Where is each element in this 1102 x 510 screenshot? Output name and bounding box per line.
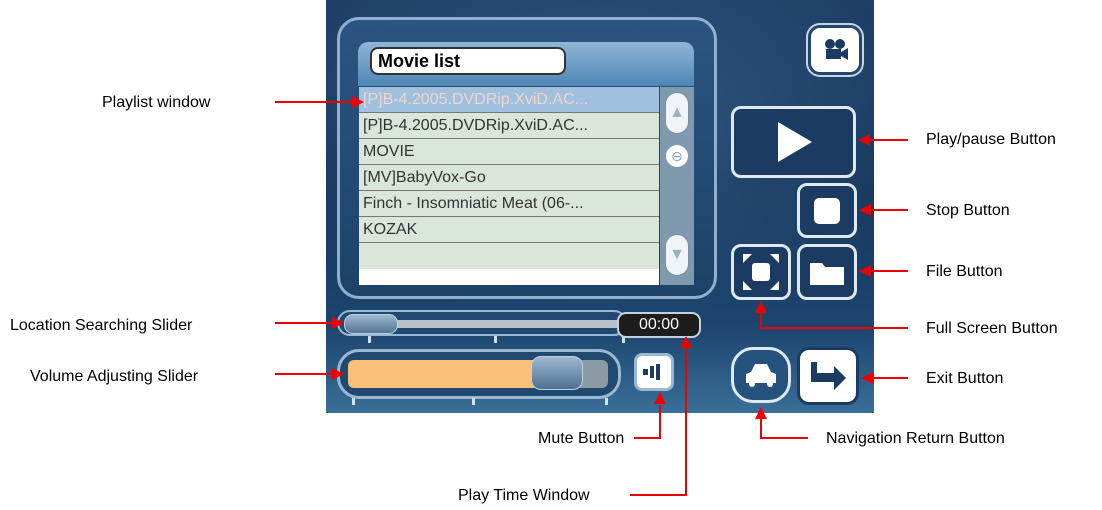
volume-slider-knob[interactable] — [531, 356, 583, 390]
tick-mark — [368, 336, 371, 343]
playlist-item[interactable] — [359, 243, 659, 269]
label-stop-button: Stop Button — [926, 202, 1010, 219]
scroll-down-button[interactable]: ▼ — [665, 234, 689, 276]
playlist-item[interactable]: Finch - Insomniatic Meat (06-... — [359, 191, 659, 217]
playlist-title: Movie list — [370, 47, 566, 75]
playlist-item[interactable]: [P]B-4.2005.DVDRip.XviD.AC... — [359, 113, 659, 139]
label-exit-button: Exit Button — [926, 370, 1004, 387]
file-button[interactable] — [797, 244, 857, 300]
playlist-item[interactable]: [MV]BabyVox-Go — [359, 165, 659, 191]
playlist-item[interactable]: [P]B-4.2005.DVDRip.XviD.AC... — [359, 87, 659, 113]
playlist-item[interactable]: MOVIE — [359, 139, 659, 165]
triangle-down-icon: ▼ — [669, 246, 685, 263]
scroll-thumb[interactable]: ⊖ — [666, 145, 688, 167]
volume-level-fill — [348, 360, 551, 388]
tick-mark — [472, 398, 475, 405]
scroll-up-button[interactable]: ▲ — [665, 92, 689, 134]
label-file-button: File Button — [926, 263, 1003, 280]
label-play-time-window: Play Time Window — [458, 487, 590, 504]
mute-button[interactable] — [634, 353, 674, 391]
video-camera-icon — [825, 39, 848, 60]
stop-button[interactable] — [797, 183, 857, 238]
folder-icon — [810, 263, 844, 285]
tick-mark — [352, 398, 355, 405]
exit-arrow-icon — [811, 362, 846, 390]
playlist-window[interactable]: [P]B-4.2005.DVDRip.XviD.AC... [P]B-4.200… — [359, 87, 659, 285]
label-volume-slider: Volume Adjusting Slider — [30, 368, 199, 385]
play-icon — [777, 122, 812, 162]
playlist-item[interactable]: KOZAK — [359, 217, 659, 243]
exit-button[interactable] — [797, 347, 859, 405]
label-location-slider: Location Searching Slider — [10, 317, 193, 334]
label-play-pause-button: Play/pause Button — [926, 131, 1056, 148]
label-full-screen-button: Full Screen Button — [926, 320, 1058, 337]
play-time-window: 00:00 — [617, 312, 701, 338]
play-pause-button[interactable] — [731, 106, 856, 178]
fullscreen-icon — [743, 254, 779, 290]
label-navigation-return-button: Navigation Return Button — [826, 430, 1005, 447]
car-icon — [746, 364, 776, 387]
navigation-return-button[interactable] — [731, 347, 791, 403]
speaker-icon — [643, 364, 660, 380]
label-playlist-window: Playlist window — [102, 94, 211, 111]
label-mute-button: Mute Button — [538, 430, 625, 447]
tick-mark — [605, 398, 608, 405]
triangle-up-icon: ▲ — [669, 104, 685, 121]
seek-slider-knob[interactable] — [344, 314, 398, 334]
tick-mark — [494, 336, 497, 343]
full-screen-button[interactable] — [731, 244, 791, 300]
stop-icon — [814, 197, 840, 224]
video-mode-button[interactable] — [808, 25, 862, 75]
